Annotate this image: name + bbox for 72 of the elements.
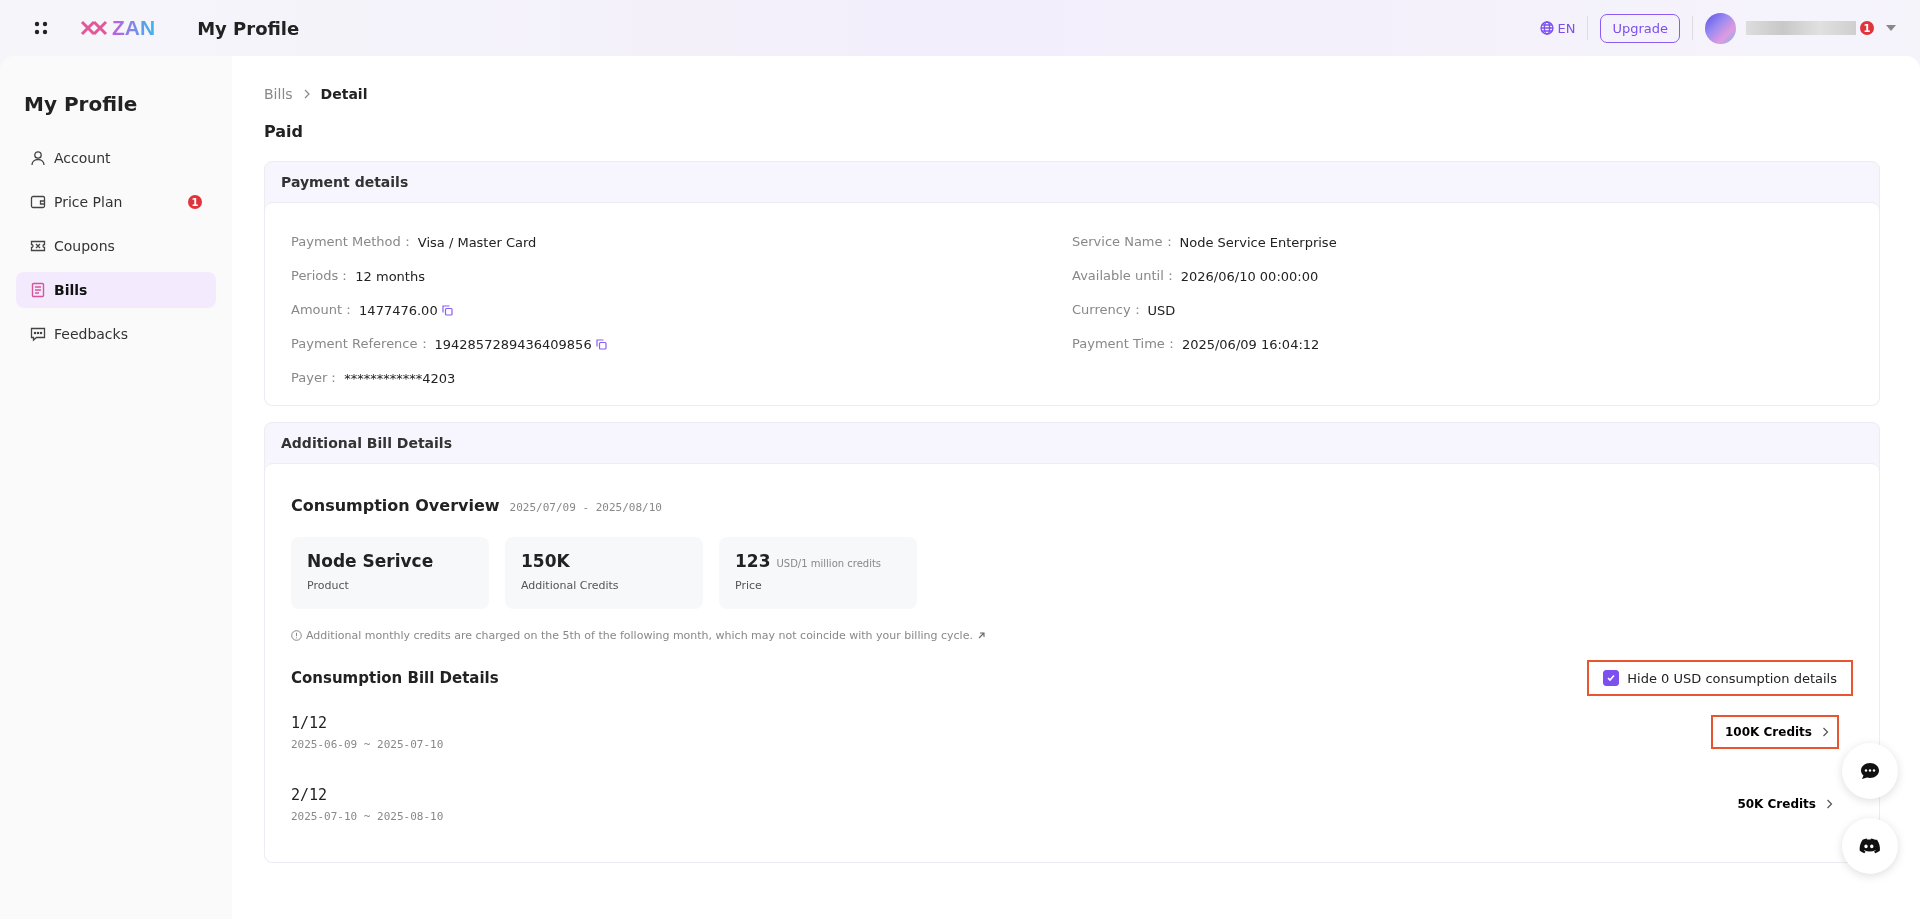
ticket-icon [30, 238, 46, 254]
field-label: Currency： [1072, 301, 1144, 319]
field-value: USD [1147, 302, 1176, 318]
chat-icon [30, 326, 46, 342]
notification-badge: 1 [188, 195, 202, 209]
stat-value: Node Serivce [307, 551, 434, 571]
globe-icon [1540, 21, 1555, 35]
sidebar-item[interactable]: Feedbacks [16, 316, 216, 352]
bill-date-range: 2025-06-09 ~ 2025-07-10 [291, 737, 444, 751]
field-value: ************4203 [344, 370, 456, 386]
external-link-icon[interactable] [976, 631, 986, 640]
stat-unit: USD/1 million credits [776, 558, 882, 569]
caret-icon[interactable] [1886, 25, 1896, 31]
bill-date-range: 2025-07-10 ~ 2025-08-10 [291, 809, 444, 823]
copy-icon[interactable] [441, 304, 453, 316]
bill-icon [30, 282, 46, 298]
discord-icon [1859, 838, 1881, 854]
hide-zero-checkbox[interactable]: Hide 0 USD consumption details [1587, 660, 1853, 696]
field-label: Service Name： [1072, 233, 1176, 251]
sidebar-title: My Profile [24, 92, 139, 116]
stat-label: Additional Credits [521, 579, 620, 592]
section-title: Consumption Bill Details [291, 669, 499, 687]
bill-period: 1/12 [291, 713, 329, 732]
apps-menu-icon[interactable] [34, 21, 48, 35]
card-header: Payment details [280, 173, 410, 192]
chevron-right-icon [302, 89, 311, 99]
field-value: 12 months [355, 268, 425, 284]
user-icon [30, 150, 46, 166]
sidebar-item[interactable]: Account [16, 140, 216, 176]
sidebar-item[interactable]: Price Plan 1 [16, 184, 216, 220]
language-button[interactable]: EN [1540, 20, 1576, 36]
card-header: Additional Bill Details [280, 434, 453, 453]
upgrade-button[interactable]: Upgrade [1600, 13, 1680, 43]
field-value: Node Service Enterprise [1179, 234, 1337, 250]
checkmark-icon [1606, 673, 1617, 683]
field-value: 1942857289436409856 [434, 336, 592, 352]
field-value: 2025/06/09 16:04:12 [1181, 336, 1320, 352]
field-label: Payment Reference： [291, 335, 431, 353]
chevron-right-icon [1822, 727, 1829, 737]
field-label: Available until： [1072, 267, 1177, 285]
field-label: Periods： [291, 267, 352, 285]
credits-link[interactable]: 100K Credits [1711, 715, 1839, 749]
page-title: My Profile [197, 17, 300, 39]
breadcrumb-current: Detail [320, 86, 368, 102]
status-heading: Paid [264, 122, 305, 141]
field-value: 1477476.00 [359, 302, 438, 318]
stat-label: Product [307, 579, 350, 592]
date-range: 2025/07/09 - 2025/08/10 [509, 501, 662, 514]
wallet-icon [30, 194, 46, 210]
section-title: Consumption Overview [291, 496, 500, 515]
stat-label: Price [735, 579, 763, 592]
sidebar-item[interactable]: Bills [16, 272, 216, 308]
field-value: Visa / Master Card [417, 234, 537, 250]
sidebar-item[interactable]: Coupons [16, 228, 216, 264]
breadcrumb-link[interactable]: Bills [264, 86, 293, 102]
field-label: Payer： [291, 369, 341, 387]
avatar[interactable] [1705, 12, 1736, 44]
bill-period: 2/12 [291, 785, 329, 804]
logo-mark-icon [80, 20, 110, 36]
field-label: Amount： [291, 301, 356, 319]
note-text: Additional monthly credits are charged on the 5th of the following month, which may not coincide with your billing cycle. [306, 629, 973, 642]
stat-value: 150K [521, 551, 570, 571]
credits-link[interactable]: 50K Credits [1731, 794, 1839, 814]
stat-value: 123 [735, 551, 771, 571]
chevron-right-icon [1826, 799, 1833, 809]
notification-badge: 1 [1860, 21, 1874, 35]
field-label: Payment Method： [291, 233, 414, 251]
chat-bubble-icon [1860, 762, 1880, 780]
info-icon [291, 630, 302, 641]
copy-icon[interactable] [595, 338, 607, 350]
field-value: 2026/06/10 00:00:00 [1180, 268, 1319, 284]
field-label: Payment Time： [1072, 335, 1178, 353]
